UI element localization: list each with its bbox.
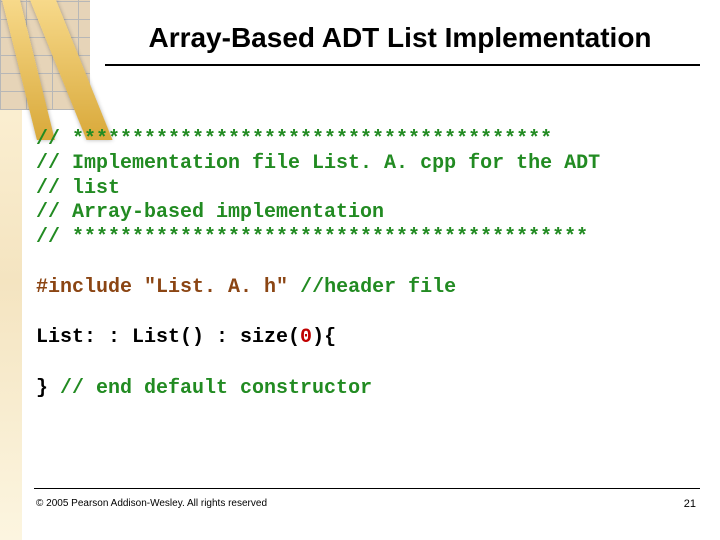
end-comment: // end default constructor [60, 377, 372, 400]
corner-graphic [0, 0, 90, 110]
include-line: #include "List. A. h" //header file [36, 276, 700, 300]
include-file: "List. A. h" [144, 276, 288, 299]
code-line: // list [36, 177, 700, 201]
comment-block: // *************************************… [36, 128, 700, 250]
rule-top [105, 64, 700, 66]
slide-title: Array-Based ADT List Implementation [0, 22, 700, 54]
code-line: // Array-based implementation [36, 201, 700, 225]
end-line: } // end default constructor [36, 377, 700, 401]
slide-body: // *************************************… [36, 128, 700, 401]
ctor-line: List: : List() : size(0){ [36, 326, 700, 350]
include-comment: //header file [288, 276, 456, 299]
page-number: 21 [684, 498, 696, 510]
copyright-footer: © 2005 Pearson Addison-Wesley. All right… [36, 498, 700, 509]
code-line: // *************************************… [36, 128, 700, 152]
rule-bottom [34, 488, 700, 489]
left-accent-bar [0, 110, 22, 540]
include-directive: #include [36, 276, 144, 299]
code-line: // *************************************… [36, 226, 700, 250]
ctor-post: ){ [312, 326, 336, 349]
ctor-pre: List: : List() : size( [36, 326, 300, 349]
code-line: // Implementation file List. A. cpp for … [36, 152, 700, 176]
close-brace: } [36, 377, 60, 400]
ctor-zero: 0 [300, 326, 312, 349]
